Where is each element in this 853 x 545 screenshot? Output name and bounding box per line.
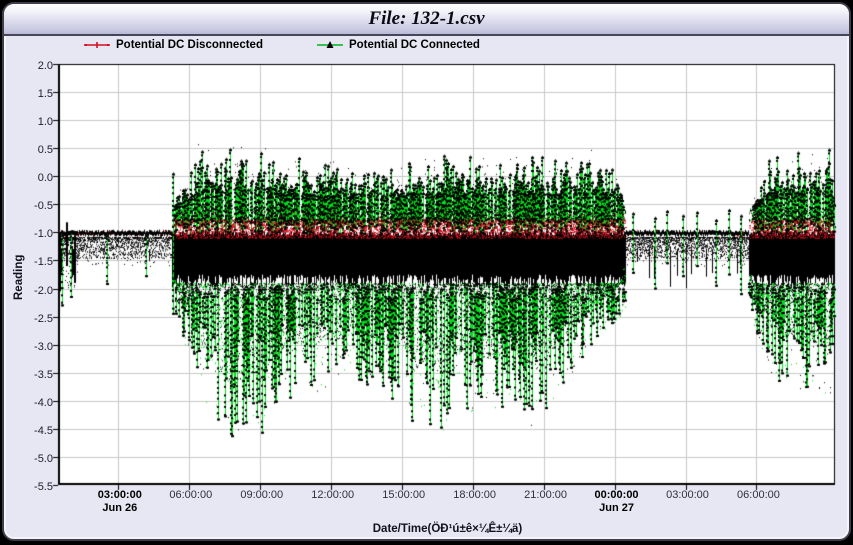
- y-tick-label: -5.0: [4, 453, 53, 465]
- y-tick-label: -5.5: [4, 481, 53, 493]
- x-tick-label: 21:00:00: [511, 489, 581, 502]
- legend: Potential DC Disconnected Potential DC C…: [84, 39, 480, 51]
- y-tick-label: 2.0: [4, 60, 53, 72]
- x-tick-label: 09:00:00: [227, 489, 297, 502]
- chart-canvas[interactable]: [2, 2, 851, 541]
- x-tick-label: 15:00:00: [369, 489, 439, 502]
- x-tick-label: 03:00:00: [653, 489, 723, 502]
- y-tick-label: -3.0: [4, 341, 53, 353]
- x-tick-label: 06:00:00: [723, 489, 793, 502]
- legend-marker-red-line-icon: [84, 40, 110, 50]
- y-tick-label: 1.0: [4, 116, 53, 128]
- y-axis-title: Reading: [13, 255, 25, 300]
- x-tick-label: 00:00:00Jun 27: [582, 489, 652, 515]
- x-tick-label: 12:00:00: [298, 489, 368, 502]
- legend-marker-green-line-icon: [317, 40, 343, 50]
- y-tick-label: 0.5: [4, 144, 53, 156]
- y-tick-label: -2.5: [4, 313, 53, 325]
- y-tick-label: -2.0: [4, 285, 53, 297]
- y-tick-label: 0.0: [4, 172, 53, 184]
- x-tick-label: 06:00:00: [156, 489, 226, 502]
- window-titlebar: File: 132-1.csv: [4, 4, 849, 36]
- y-tick-label: -1.5: [4, 256, 53, 268]
- window-title: File: 132-1.csv: [4, 4, 849, 33]
- x-tick-label: 03:00:00Jun 26: [85, 489, 155, 515]
- y-tick-label: -3.5: [4, 369, 53, 381]
- legend-label-disconnected: Potential DC Disconnected: [116, 39, 263, 51]
- y-tick-label: -0.5: [4, 200, 53, 212]
- x-tick-label: 18:00:00: [440, 489, 510, 502]
- legend-item-disconnected: Potential DC Disconnected: [84, 39, 263, 51]
- y-tick-label: -4.0: [4, 397, 53, 409]
- legend-label-connected: Potential DC Connected: [349, 39, 480, 51]
- x-axis-title: Date/Time(ÖÐ¹ú±ê×¼Ê±¼ä): [58, 523, 837, 535]
- y-tick-label: -1.0: [4, 228, 53, 240]
- legend-item-connected: Potential DC Connected: [317, 39, 480, 51]
- y-tick-label: 1.5: [4, 88, 53, 100]
- y-tick-label: -4.5: [4, 425, 53, 437]
- chart-window: File: 132-1.csv Potential DC Disconnecte…: [2, 2, 851, 541]
